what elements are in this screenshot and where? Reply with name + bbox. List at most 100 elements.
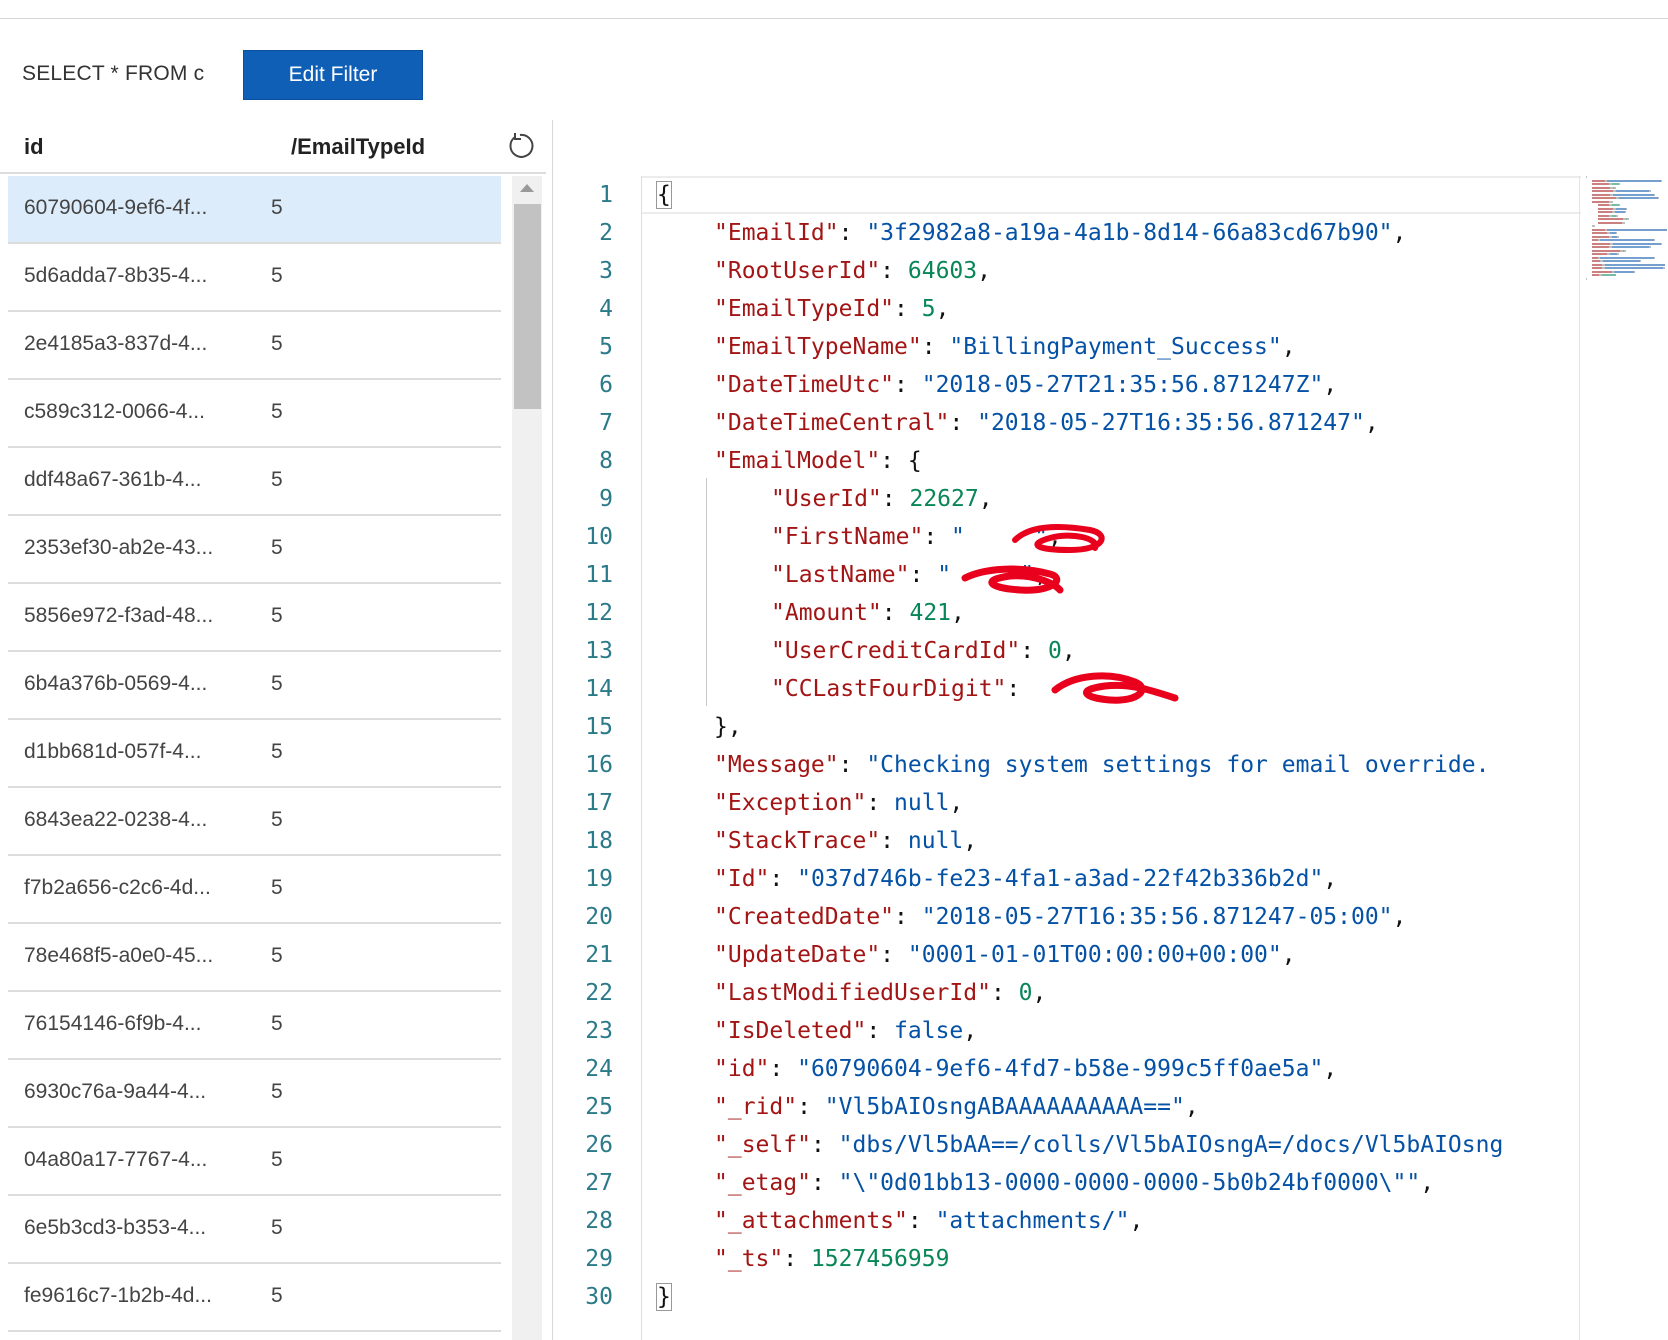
table-row[interactable]: 6843ea22-0238-4... 5 (8, 788, 501, 856)
json-key: "Exception" (714, 790, 867, 816)
minimap-mark (1612, 204, 1619, 206)
json-punctuation: : (838, 220, 867, 246)
json-punctuation: : (921, 334, 950, 360)
filter-query-text: SELECT * FROM c (22, 62, 205, 85)
table-row[interactable]: 76154146-6f9b-4... 5 (8, 992, 501, 1060)
code-line: "CCLastFourDigit": (771, 670, 1034, 708)
minimap-mark (1653, 256, 1655, 259)
table-row[interactable]: 60790604-9ef6-4f... 5 (8, 176, 501, 244)
minimap-mark (1598, 218, 1624, 220)
line-number: 2 (599, 220, 613, 246)
line-number: 30 (585, 1284, 613, 1310)
code-line: "RootUserId": 64603, (714, 252, 991, 290)
json-value: "2018-05-27T16:35:56.871247-05:00" (921, 904, 1393, 930)
code-line: } (656, 1278, 672, 1316)
list-scrollbar[interactable] (512, 176, 542, 1340)
code-line: }, (714, 708, 742, 746)
minimap-border (1579, 176, 1580, 1340)
json-key: "UserId" (771, 486, 882, 512)
minimap-mark (1592, 190, 1613, 192)
json-key: "_attachments" (714, 1208, 908, 1234)
line-number: 29 (585, 1246, 613, 1272)
minimap-mark (1611, 246, 1650, 248)
row-partition-value: 5 (271, 400, 283, 423)
minimap-mark (1592, 179, 1605, 182)
json-key: "Message" (714, 752, 839, 778)
minimap-mark (1639, 260, 1641, 262)
json-value: "037d746b-fe23-4fa1-a3ad-22f42b336b2d" (797, 866, 1324, 892)
minimap-mark (1616, 214, 1618, 217)
row-id: ddf48a67-361b-4... (24, 468, 202, 491)
json-value: 0 (1047, 638, 1062, 664)
line-number: 16 (585, 752, 613, 778)
json-punctuation: : (1006, 676, 1035, 702)
line-number: 15 (585, 714, 613, 740)
json-punctuation: , (1420, 1170, 1435, 1196)
table-row[interactable]: 5d6adda7-8b35-4... 5 (8, 244, 501, 312)
scroll-thumb[interactable] (514, 204, 541, 409)
json-value: "2018-05-27T16:35:56.871247" (977, 410, 1365, 436)
table-row[interactable]: c589c312-0066-4... 5 (8, 380, 501, 448)
table-row[interactable]: 04a80a17-7767-4... 5 (8, 1128, 501, 1196)
json-punctuation: , (978, 486, 993, 512)
minimap-mark (1586, 176, 1588, 178)
line-number: 19 (585, 866, 613, 892)
line-number: 25 (585, 1094, 613, 1120)
table-row[interactable]: d1bb681d-057f-4... 5 (8, 720, 501, 788)
row-id: 2353ef30-ab2e-43... (24, 536, 214, 559)
json-punctuation: , (963, 828, 978, 854)
minimap-mark (1598, 207, 1614, 210)
json-key: "Id" (714, 866, 770, 892)
minimap-mark (1604, 267, 1664, 269)
table-row[interactable]: 2353ef30-ab2e-43... 5 (8, 516, 501, 584)
row-partition-value: 5 (271, 536, 283, 559)
table-row[interactable]: 78e468f5-a0e0-45... 5 (8, 924, 501, 992)
row-id: 6843ea22-0238-4... (24, 808, 208, 831)
table-row[interactable]: 2e4185a3-837d-4... 5 (8, 312, 501, 380)
minimap-mark (1617, 253, 1619, 255)
json-punctuation: : (894, 904, 922, 930)
json-value: 5 (921, 296, 936, 322)
code-area[interactable]: {"EmailId": "3f2982a8-a19a-4a1b-8d14-66a… (643, 176, 1579, 1340)
scroll-up-arrow-icon[interactable] (520, 184, 534, 192)
table-row[interactable]: 6b4a376b-0569-4... 5 (8, 652, 501, 720)
line-number: 23 (585, 1018, 613, 1044)
editor-minimap[interactable] (1586, 176, 1668, 296)
code-line: "_ts": 1527456959 (714, 1240, 949, 1278)
row-partition-value: 5 (271, 808, 283, 831)
table-row[interactable]: 6930c76a-9a44-4... 5 (8, 1060, 501, 1128)
code-line: "Amount": 421, (771, 594, 965, 632)
row-partition-value: 5 (271, 740, 283, 763)
json-value: "3f2982a8-a19a-4a1b-8d14-66a83cd67b90" (866, 220, 1393, 246)
code-line: "LastModifiedUserId": 0, (714, 974, 1046, 1012)
edit-filter-button[interactable]: Edit Filter (243, 50, 423, 100)
json-punctuation: : (894, 372, 922, 398)
json-value: "0001-01-01T00:00:00+00:00" (907, 942, 1282, 968)
table-row[interactable]: 5856e972-f3ad-48... 5 (8, 584, 501, 652)
json-punctuation: : (907, 1208, 936, 1234)
table-row[interactable]: f7b2a656-c2c6-4d... 5 (8, 856, 501, 924)
line-number: 10 (585, 524, 613, 550)
line-number: 8 (599, 448, 613, 474)
minimap-mark (1607, 179, 1661, 182)
table-row[interactable]: 6e5b3cd3-b353-4... 5 (8, 1196, 501, 1264)
json-punctuation: , (1392, 220, 1407, 246)
minimap-mark (1592, 270, 1612, 273)
line-number: 3 (599, 258, 613, 284)
json-key: "DateTimeCentral" (714, 410, 950, 436)
json-key: "EmailModel" (714, 448, 881, 474)
json-punctuation: , (1032, 980, 1047, 1006)
table-row[interactable]: fe9616c7-1b2b-4d... 5 (8, 1264, 501, 1332)
json-punctuation: : (880, 828, 908, 854)
minimap-mark (1598, 204, 1610, 206)
line-number-gutter: 1 2 3 4 5 6 7 8 9 10 11 12 13 14 15 16 17 18 19 20 21 22 23 24 2… (553, 176, 643, 1340)
refresh-icon[interactable] (506, 132, 534, 160)
minimap-mark (1592, 249, 1620, 252)
json-value: "Checking system settings for email over… (866, 752, 1490, 778)
row-id: 6b4a376b-0569-4... (24, 672, 208, 695)
table-row[interactable]: ddf48a67-361b-4... 5 (8, 448, 501, 516)
json-editor[interactable]: 1 2 3 4 5 6 7 8 9 10 11 12 13 14 15 16 17 18 19 20 21 22 23 24 2… (553, 176, 1668, 1340)
code-line: "EmailId": "3f2982a8-a19a-4a1b-8d14-66a8… (714, 214, 1406, 252)
minimap-mark (1592, 253, 1608, 255)
minimap-mark (1614, 211, 1625, 213)
